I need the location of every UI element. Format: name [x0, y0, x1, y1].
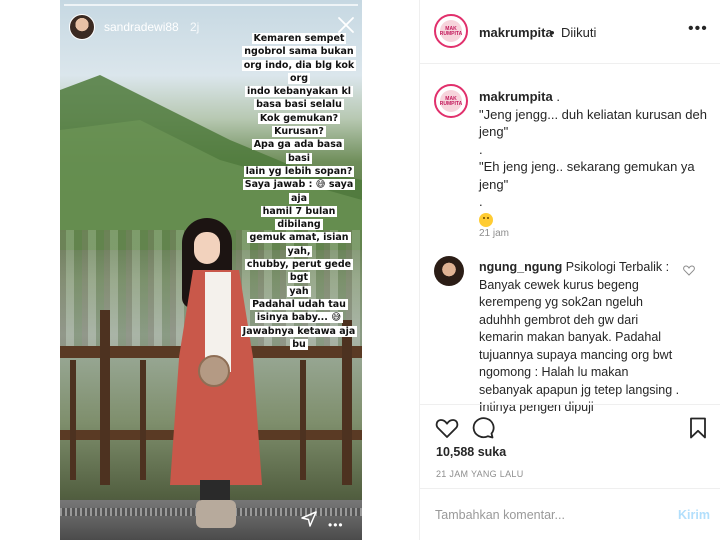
- woman-face: [194, 232, 220, 264]
- story-avatar[interactable]: [69, 14, 95, 40]
- story-caption-line: org indo, dia blg kok org: [241, 59, 357, 84]
- comment-like-heart-icon[interactable]: [683, 265, 695, 276]
- fence-post: [140, 360, 146, 480]
- bookmark-icon[interactable]: [688, 417, 708, 439]
- fence-post: [70, 360, 76, 480]
- story-caption-line: indo kebanyakan kl: [244, 86, 354, 98]
- story-caption-line: chubby, perut gede bgt: [244, 259, 354, 284]
- send-icon[interactable]: [300, 510, 318, 528]
- caption-line: .: [479, 141, 483, 157]
- story-caption-line: Saya jawab : 😅 saya aja: [242, 179, 356, 204]
- avatar-logo-text: MAK RUMPITA: [439, 96, 463, 107]
- woman-shoes: [196, 500, 236, 528]
- story-caption-line: Kok gemukan?: [257, 112, 341, 124]
- caption-line: .: [479, 194, 483, 209]
- story-caption-line: basa basi selalu: [254, 99, 344, 111]
- story-caption-line: ngobrol sama bukan: [242, 46, 356, 58]
- story-caption-line: Apa ga ada basa basi: [251, 139, 345, 164]
- story-caption-line: lain yg lebih sopan?: [243, 165, 355, 177]
- header-separator: •: [550, 25, 555, 40]
- caption-line: "Eh jeng jeng.. sekarang gemukan ya jeng…: [479, 159, 695, 192]
- smile-emoji-icon: [479, 213, 493, 228]
- caption-avatar[interactable]: MAK RUMPITA: [434, 84, 468, 118]
- story-time: 2j: [190, 20, 200, 34]
- caption-line: .: [552, 89, 560, 104]
- post-header: MAK RUMPITA makrumpita • Diikuti •••: [420, 0, 720, 64]
- post-comment-button[interactable]: Kirim: [678, 508, 710, 522]
- story-caption-line: hamil 7 bulan dibilang: [260, 205, 338, 231]
- fence-post: [300, 360, 306, 480]
- caption-time: 21 jam: [479, 228, 510, 239]
- post-panel: MAK RUMPITA makrumpita • Diikuti ••• MAK…: [419, 0, 720, 540]
- comment-body: Psikologi Terbalik : Banyak cewek kurus …: [479, 260, 680, 414]
- story-caption-line: Jawabnya ketawa aja: [240, 325, 358, 337]
- story-more-icon[interactable]: •••: [328, 518, 344, 532]
- post-caption: makrumpita . "Jeng jengg... duh keliatan…: [479, 88, 709, 228]
- avatar-logo-text: MAK RUMPITA: [439, 26, 463, 37]
- caption-line: "Jeng jengg... duh keliatan kurusan deh …: [479, 106, 707, 140]
- woman-bag: [198, 355, 230, 387]
- story-caption-line: Kemaren sempet: [251, 33, 347, 44]
- fence-post: [100, 310, 110, 485]
- caption-username[interactable]: makrumpita: [479, 89, 553, 104]
- header-username[interactable]: makrumpita: [479, 25, 553, 40]
- comment-username[interactable]: ngung_ngung: [479, 260, 562, 274]
- heart-icon[interactable]: [435, 417, 459, 439]
- comment-text: ngung_ngung Psikologi Terbalik : Banyak …: [479, 259, 685, 417]
- story-caption-line: Kurusan?: [272, 126, 326, 138]
- commenter-avatar[interactable]: [434, 256, 464, 286]
- story-username[interactable]: sandradewi88: [104, 20, 179, 34]
- story-caption-line: bu: [290, 338, 308, 350]
- account-avatar[interactable]: MAK RUMPITA: [434, 14, 468, 48]
- story-caption-line: gemuk amat, isian yah,: [247, 232, 351, 257]
- comment-icon[interactable]: [471, 417, 495, 439]
- story-caption-line: Padahal udah tau: [250, 298, 348, 310]
- post-timestamp: 21 JAM YANG LALU: [436, 469, 524, 479]
- like-count[interactable]: 10,588 suka: [436, 445, 506, 459]
- story-caption: Kemaren sempet ngobrol sama bukan org indo…: [240, 32, 358, 351]
- add-comment-bar: Kirim: [420, 488, 720, 540]
- follow-status-button[interactable]: Diikuti: [561, 25, 596, 40]
- story-caption-line: isinya baby... 😅: [254, 312, 344, 324]
- story-caption-line: yah: [287, 285, 311, 297]
- story-progress-bar: [64, 4, 358, 6]
- more-options-icon[interactable]: •••: [688, 20, 708, 38]
- comment-input[interactable]: [435, 508, 655, 522]
